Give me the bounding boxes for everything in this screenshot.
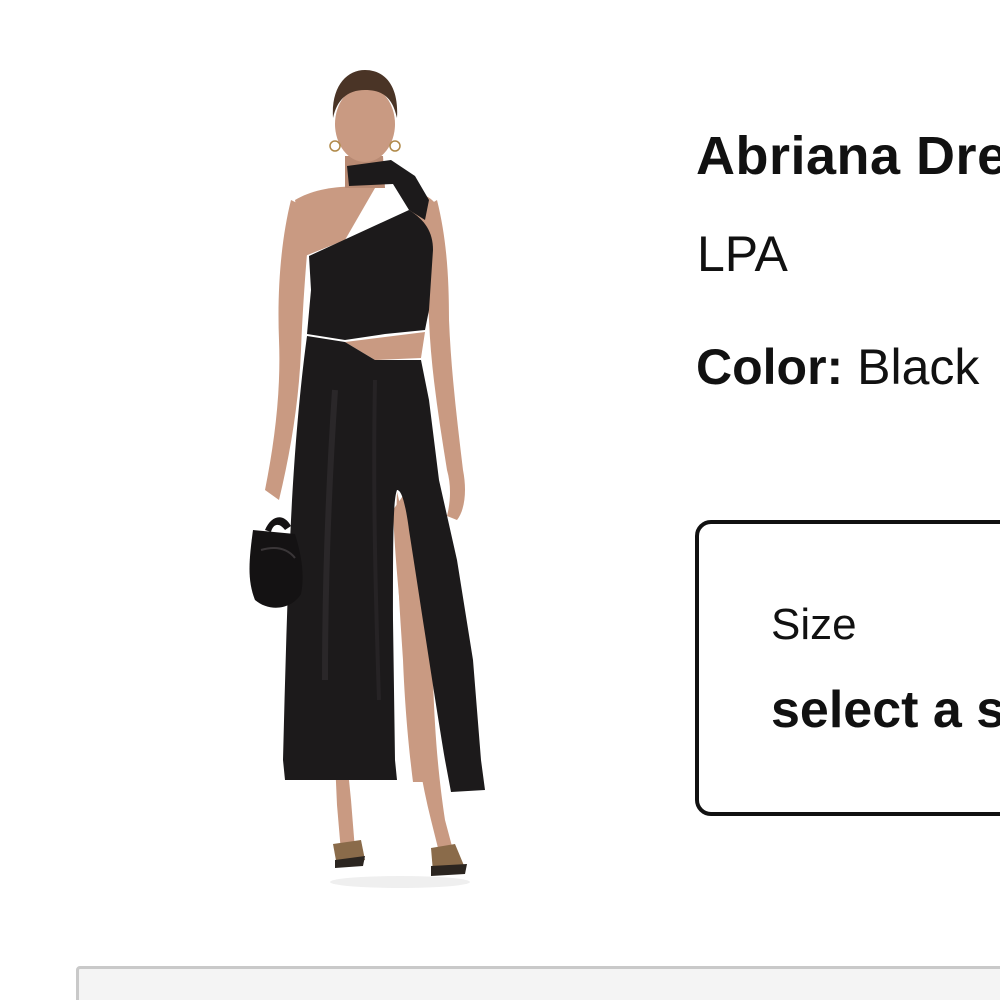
size-label: Size <box>771 600 857 649</box>
product-page: Abriana Dress LPA Color: Black Size sele… <box>0 0 1000 1000</box>
color-value: Black <box>857 339 980 395</box>
color-row: Color: Black <box>696 338 979 396</box>
product-name: Abriana Dress <box>696 126 1000 186</box>
size-value: select a size <box>771 681 1000 739</box>
size-select-button[interactable]: Size select a size <box>695 520 1000 816</box>
model-photo <box>249 70 485 888</box>
bottom-action-bar[interactable] <box>76 966 1000 1000</box>
brand-link[interactable]: LPA <box>697 226 788 282</box>
product-image[interactable] <box>225 60 515 900</box>
color-label: Color: <box>696 339 844 395</box>
